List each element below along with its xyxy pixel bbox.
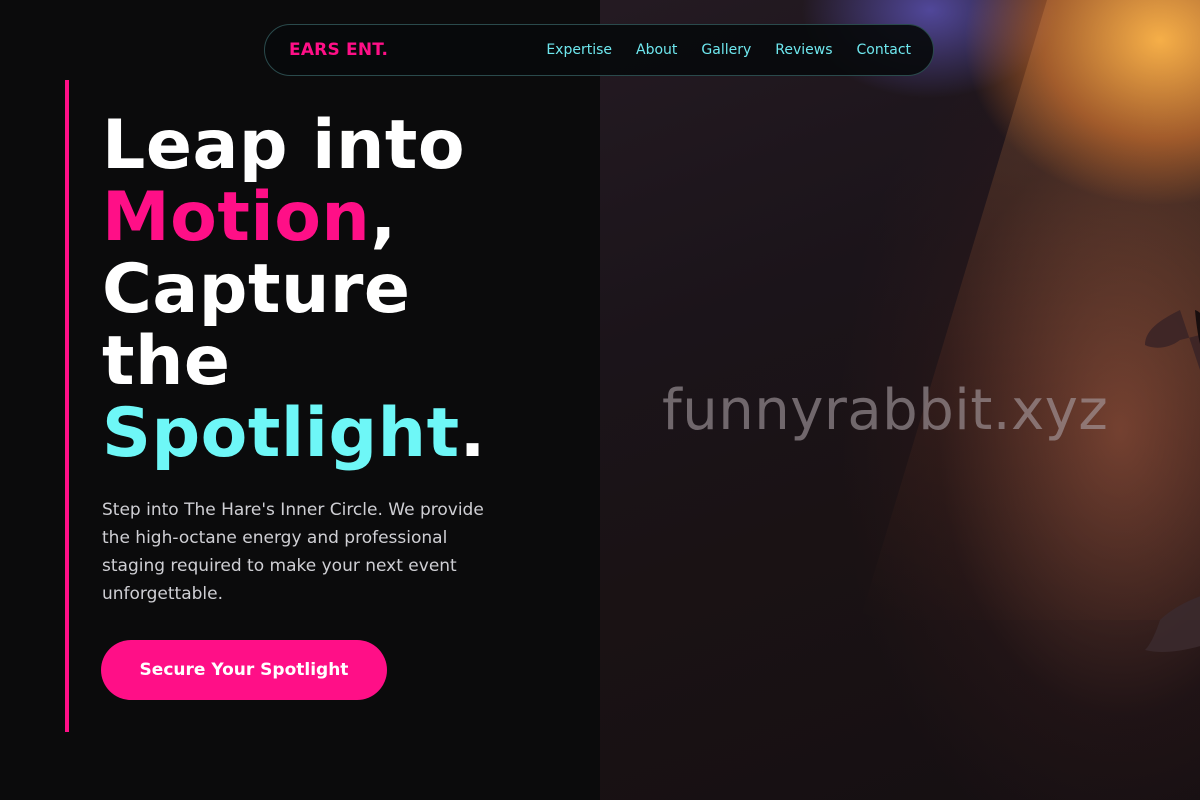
top-navigation: EARS ENT. Expertise About Gallery Review… (264, 24, 934, 76)
headline-comma: , (370, 178, 397, 257)
nav-links: Expertise About Gallery Reviews Contact (546, 42, 911, 58)
brand-logo[interactable]: EARS ENT. (289, 40, 388, 60)
hero-headline: Leap into Motion, Capture the Spotlight. (102, 110, 486, 470)
headline-highlight-motion: Motion (102, 178, 371, 257)
hero-description: Step into The Hare's Inner Circle. We pr… (102, 500, 484, 604)
headline-line-3: Capture (102, 250, 411, 329)
headline-period: . (459, 394, 486, 473)
headline-highlight-spotlight: Spotlight (102, 394, 460, 473)
image-watermark: funnyrabbit.xyz (662, 378, 1109, 443)
secure-spotlight-button[interactable]: Secure Your Spotlight (101, 640, 387, 700)
headline-line-2: Motion, (102, 182, 486, 254)
headline-line-5: Spotlight. (102, 398, 486, 470)
headline-line-1: Leap into (102, 106, 466, 185)
hero-accent-line (65, 80, 69, 732)
nav-link-expertise[interactable]: Expertise (546, 42, 612, 58)
nav-link-gallery[interactable]: Gallery (701, 42, 751, 58)
landing-page: funnyrabbit.xyz EARS ENT. Expertise Abou… (0, 0, 1200, 800)
nav-link-about[interactable]: About (636, 42, 677, 58)
nav-link-contact[interactable]: Contact (857, 42, 911, 58)
headline-line-4: the (102, 322, 231, 401)
nav-link-reviews[interactable]: Reviews (775, 42, 832, 58)
